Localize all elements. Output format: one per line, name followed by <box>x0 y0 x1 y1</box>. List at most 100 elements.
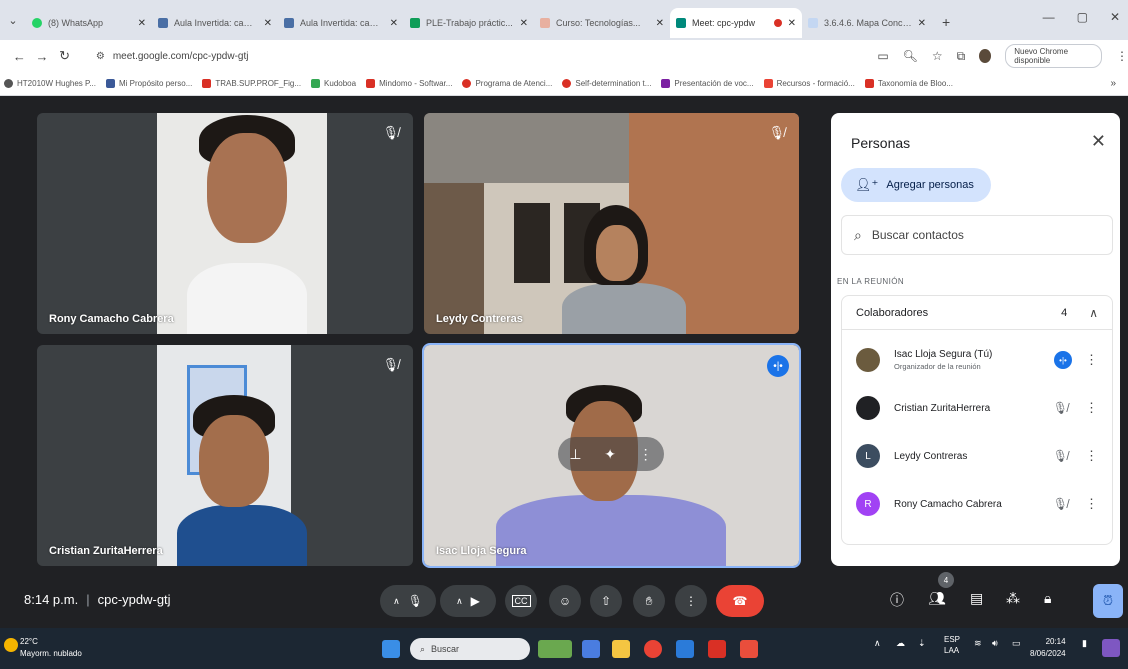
cloud-icon[interactable]: ☁︎ <box>896 638 905 649</box>
collaborators-header[interactable]: Colaboradores 4 ∧ <box>842 296 1112 330</box>
taskbar-search[interactable]: ⌕ Buscar <box>410 638 530 660</box>
people-icon[interactable]: 👥︎ <box>928 590 946 607</box>
teams-icon[interactable] <box>582 640 600 658</box>
volume-icon[interactable]: 🔊︎ <box>992 638 998 649</box>
pin-icon[interactable]: ⊥ <box>569 446 581 463</box>
raise-hand-button[interactable]: ✋︎ <box>633 585 665 617</box>
bookmark-item[interactable]: Self-determination t... <box>562 79 651 88</box>
bookmark-item[interactable]: Programa de Atenci... <box>462 79 552 88</box>
minimize-icon[interactable]: — <box>1043 10 1055 24</box>
extensions-icon[interactable]: ⧉ <box>957 49 966 64</box>
weather-widget[interactable]: 22°C Mayorm. nublado <box>4 636 82 660</box>
close-icon[interactable]: ✕ <box>520 18 528 29</box>
host-controls-icon[interactable]: 🔒︎ <box>1044 590 1051 607</box>
chevron-up-icon[interactable]: ∧ <box>1089 306 1098 320</box>
close-icon[interactable]: ✕ <box>264 18 272 29</box>
list-item[interactable]: R Rony Camacho Cabrera 🎙︎̸ ⋮ <box>842 484 1112 524</box>
camera-button[interactable]: ∧ ▶︎ <box>440 585 496 617</box>
menu-icon[interactable]: ⋮ <box>1116 49 1128 63</box>
video-tile[interactable]: 🎙︎̸ Leydy Contreras <box>424 113 799 334</box>
more-options-icon[interactable]: ⋮ <box>1085 448 1098 464</box>
bookmark-icon <box>462 79 472 88</box>
reload-icon[interactable]: ↻ <box>53 48 76 64</box>
tab-meet[interactable]: Meet: cpc-ypdw ✕ <box>670 8 802 38</box>
bookmark-item[interactable]: Taxonomía de Bloo... <box>864 79 953 88</box>
tab-mapa[interactable]: 3.6.4.6. Mapa Conce... ✕ <box>802 8 932 38</box>
close-icon[interactable]: ✕ <box>788 18 796 29</box>
bookmark-star-icon[interactable]: ☆ <box>932 49 943 63</box>
taskbar-clock[interactable]: 20:14 8/06/2024 <box>1030 636 1066 660</box>
present-button[interactable]: ⇧ <box>590 585 622 617</box>
effects-sparkle-icon[interactable]: ✦ <box>604 446 616 463</box>
chrome-icon[interactable] <box>644 640 662 658</box>
close-panel-icon[interactable]: ✕ <box>1091 131 1106 152</box>
captions-button[interactable]: CC <box>505 585 537 617</box>
zoom-icon[interactable]: 🔍︎ <box>903 49 918 63</box>
more-options-icon[interactable]: ⋮ <box>1085 400 1098 416</box>
chat-icon[interactable]: ▤ <box>970 590 983 607</box>
timer-button[interactable]: ⏰︎ <box>1093 584 1123 618</box>
bookmark-item[interactable]: HT2010W Hughes P... <box>4 79 96 88</box>
forward-icon[interactable]: → <box>31 49 54 64</box>
video-tile[interactable]: 🎙︎̸ Rony Camacho Cabrera <box>37 113 413 334</box>
cast-icon[interactable]: ▭ <box>877 49 888 63</box>
list-item[interactable]: Isac Lloja Segura (Tú) Organizador de la… <box>842 340 1112 380</box>
language-indicator[interactable]: ESP LAA <box>944 634 960 656</box>
close-icon[interactable]: ✕ <box>656 18 664 29</box>
update-chrome-button[interactable]: Nuevo Chrome disponible <box>1005 44 1103 68</box>
maximize-icon[interactable]: ▢ <box>1077 10 1088 24</box>
activities-icon[interactable]: ⁂ <box>1006 590 1020 607</box>
search-contacts-input[interactable]: ⌕ Buscar contactos <box>841 215 1113 255</box>
bookmark-item[interactable]: Mindomo - Softwar... <box>366 79 452 88</box>
tab-whatsapp[interactable]: (8) WhatsApp ✕ <box>26 8 152 38</box>
close-icon[interactable]: ✕ <box>138 18 146 29</box>
tab-search-icon[interactable]: ⌄ <box>0 0 26 40</box>
more-options-icon[interactable]: ⋮ <box>1085 352 1098 368</box>
url-field[interactable]: ⚙ meet.google.com/cpc-ypdw-gtj <box>86 44 859 68</box>
store-icon[interactable] <box>676 640 694 658</box>
more-options-button[interactable]: ⋮ <box>675 585 707 617</box>
usb-icon[interactable]: ⇣ <box>918 638 926 649</box>
microphone-button[interactable]: ∧ 🎙︎ <box>380 585 436 617</box>
video-tile[interactable]: 🎙︎̸ Cristian ZuritaHerrera <box>37 345 413 566</box>
add-people-button[interactable]: 👤︎⁺ Agregar personas <box>841 168 991 202</box>
close-window-icon[interactable]: ✕ <box>1110 10 1120 24</box>
copilot-icon[interactable] <box>1102 639 1120 657</box>
bookmark-item[interactable]: Presentación de voc... <box>661 79 754 88</box>
bookmark-item[interactable]: Mi Propósito perso... <box>106 79 192 88</box>
tab-aula-2[interactable]: Aula Invertida: cam... ✕ <box>278 8 404 38</box>
tab-aula-1[interactable]: Aula Invertida: cam... ✕ <box>152 8 278 38</box>
more-bookmarks-icon[interactable]: » <box>1110 78 1116 89</box>
bookmark-item[interactable]: TRAB.SUP.PROF_Fig... <box>202 79 301 88</box>
new-tab-icon[interactable]: + <box>932 14 960 30</box>
tab-curso[interactable]: Curso: Tecnologías... ✕ <box>534 8 670 38</box>
battery-icon[interactable]: ▭ <box>1012 638 1021 649</box>
more-options-icon[interactable]: ⋮ <box>639 446 653 463</box>
file-explorer-icon[interactable] <box>612 640 630 658</box>
bookmark-item[interactable]: Recursos - formació... <box>763 79 855 88</box>
emoji-button[interactable]: ☺ <box>549 585 581 617</box>
app-icon[interactable] <box>740 640 758 658</box>
bookmark-item[interactable]: Kudoboa <box>311 79 356 88</box>
video-tile[interactable]: ⊥ ✦ ⋮ •|• Isac Lloja Segura <box>422 343 801 568</box>
close-icon[interactable]: ✕ <box>918 18 926 29</box>
notification-icon[interactable]: ▮ <box>1082 638 1087 649</box>
tab-title: (8) WhatsApp <box>48 18 104 28</box>
chevron-up-icon[interactable]: ∧ <box>393 596 400 607</box>
list-item[interactable]: L Leydy Contreras 🎙︎̸ ⋮ <box>842 436 1112 476</box>
back-icon[interactable]: ← <box>8 49 31 64</box>
tab-ple[interactable]: PLE-Trabajo práctic... ✕ <box>404 8 534 38</box>
site-info-icon[interactable]: ⚙ <box>96 51 105 62</box>
close-icon[interactable]: ✕ <box>390 18 398 29</box>
tray-chevron-icon[interactable]: ∧ <box>874 638 881 649</box>
widget-icon[interactable] <box>538 640 572 658</box>
leave-call-button[interactable]: ☎︎ <box>716 585 764 617</box>
wifi-icon[interactable]: ≋ <box>974 638 982 649</box>
windows-start-icon[interactable] <box>382 640 400 658</box>
list-item[interactable]: Cristian ZuritaHerrera 🎙︎̸ ⋮ <box>842 388 1112 428</box>
acrobat-icon[interactable] <box>708 640 726 658</box>
meeting-details-icon[interactable]: ⓘ <box>890 590 904 610</box>
profile-avatar[interactable] <box>979 49 992 63</box>
more-options-icon[interactable]: ⋮ <box>1085 496 1098 512</box>
chevron-up-icon[interactable]: ∧ <box>456 596 463 607</box>
